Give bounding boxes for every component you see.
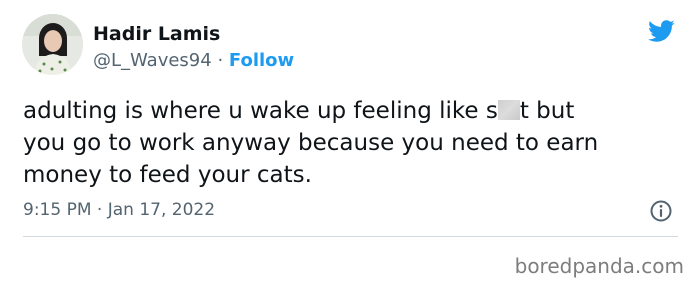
- watermark: boredpanda.com: [514, 254, 684, 278]
- tweet-card: Hadir Lamis @L_Waves94 · Follow adulting…: [0, 0, 700, 288]
- divider: [23, 236, 678, 237]
- twitter-bird-icon[interactable]: [645, 17, 677, 45]
- tweet-text: adulting is where u wake up feeling like…: [23, 95, 683, 191]
- tweet-line-1-start: adulting is where u wake up feeling like…: [23, 98, 498, 124]
- handle-separator: ·: [211, 50, 229, 71]
- tweet-line-1: adulting is where u wake up feeling like…: [23, 95, 683, 127]
- tweet-time: 9:15 PM: [23, 200, 92, 220]
- tweet-date: Jan 17, 2022: [107, 200, 216, 220]
- follow-button[interactable]: Follow: [229, 50, 294, 71]
- user-handle[interactable]: @L_Waves94: [93, 50, 212, 71]
- tweet-timestamp[interactable]: 9:15 PM · Jan 17, 2022: [23, 198, 215, 222]
- timestamp-separator: ·: [91, 200, 108, 220]
- avatar[interactable]: [22, 14, 83, 75]
- tweet-line-1-end: t but: [519, 98, 575, 124]
- display-name[interactable]: Hadir Lamis: [93, 22, 220, 46]
- handle-row: @L_Waves94 · Follow: [93, 50, 294, 72]
- tweet-line-3: money to feed your cats.: [23, 162, 312, 188]
- censor-block: [497, 100, 520, 120]
- info-icon[interactable]: [649, 199, 673, 223]
- tweet-line-2: you go to work anyway because you need t…: [23, 130, 599, 156]
